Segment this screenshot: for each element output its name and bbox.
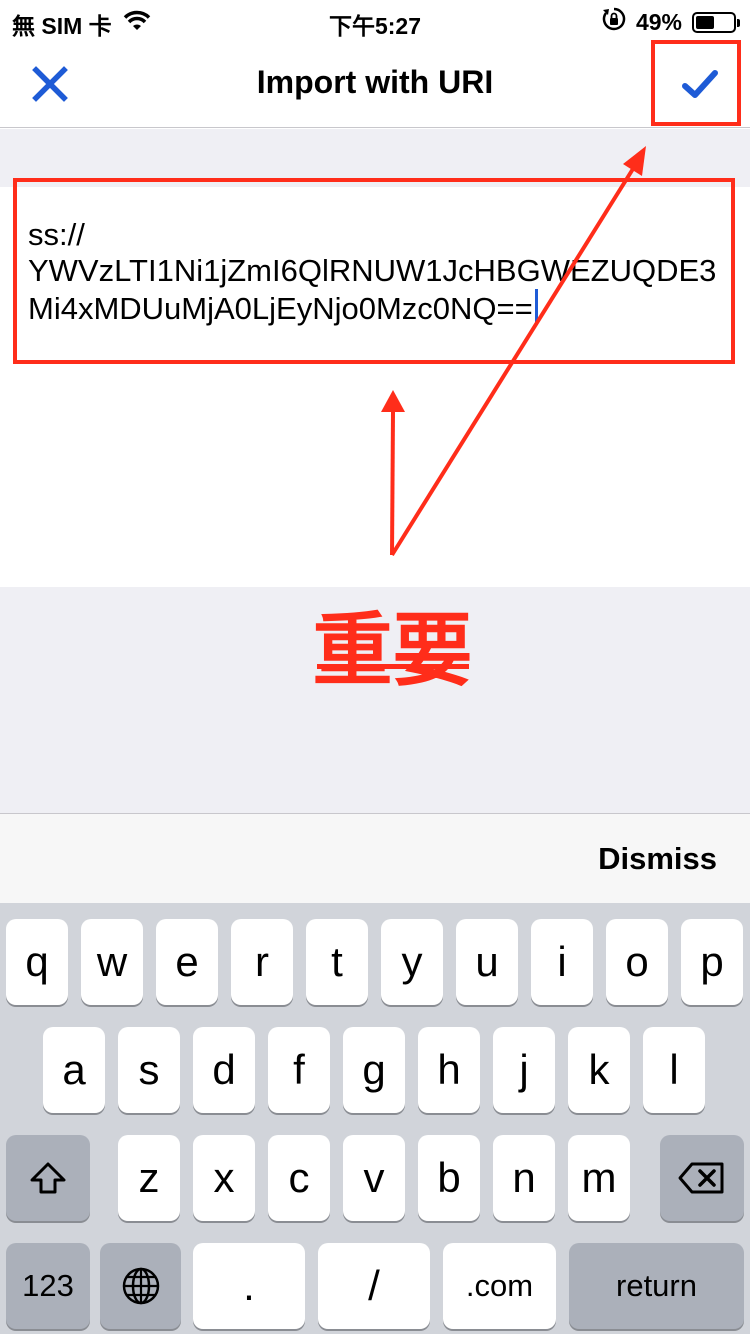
- key-p[interactable]: p: [681, 919, 743, 1005]
- key-s[interactable]: s: [118, 1027, 180, 1113]
- key-v[interactable]: v: [343, 1135, 405, 1221]
- battery-icon: [692, 11, 740, 33]
- key-u[interactable]: u: [456, 919, 518, 1005]
- numbers-key-label: 123: [22, 1268, 74, 1303]
- key-l[interactable]: l: [643, 1027, 705, 1113]
- key-o[interactable]: o: [606, 919, 668, 1005]
- globe-icon: [122, 1267, 159, 1305]
- key-r[interactable]: r: [231, 919, 293, 1005]
- key-c[interactable]: c: [268, 1135, 330, 1221]
- slash-key-label: /: [368, 1262, 380, 1309]
- highlight-box-confirm: [651, 40, 741, 126]
- backspace-icon: [678, 1162, 724, 1194]
- shift-icon: [30, 1162, 66, 1194]
- key-z[interactable]: z: [118, 1135, 180, 1221]
- key-w[interactable]: w: [81, 919, 143, 1005]
- status-right: 49%: [602, 7, 740, 37]
- keyboard: q w e r t y u i o p a s d f g h j k l z …: [0, 903, 750, 1334]
- dotcom-key[interactable]: .com: [443, 1243, 556, 1329]
- key-f[interactable]: f: [268, 1027, 330, 1113]
- delete-key[interactable]: [660, 1135, 744, 1221]
- battery-fill: [696, 15, 714, 29]
- status-bar: 無 SIM 卡 下午5:27 49%: [0, 0, 750, 40]
- rotation-lock-icon: [602, 7, 626, 37]
- dismiss-button[interactable]: Dismiss: [598, 841, 717, 877]
- key-k[interactable]: k: [568, 1027, 630, 1113]
- shift-key[interactable]: [6, 1135, 90, 1221]
- globe-key[interactable]: [100, 1243, 181, 1329]
- key-m[interactable]: m: [568, 1135, 630, 1221]
- key-a[interactable]: a: [43, 1027, 105, 1113]
- key-y[interactable]: y: [381, 919, 443, 1005]
- key-d[interactable]: d: [193, 1027, 255, 1113]
- dotcom-key-label: .com: [465, 1268, 534, 1303]
- key-h[interactable]: h: [418, 1027, 480, 1113]
- key-b[interactable]: b: [418, 1135, 480, 1221]
- highlight-box-uri: [13, 178, 735, 364]
- return-key-label: return: [616, 1268, 697, 1303]
- annotation-underline: [317, 664, 469, 669]
- nav-bar: Import with URI: [0, 40, 750, 128]
- key-j[interactable]: j: [493, 1027, 555, 1113]
- key-q[interactable]: q: [6, 919, 68, 1005]
- numbers-key[interactable]: 123: [6, 1243, 90, 1329]
- return-key[interactable]: return: [569, 1243, 744, 1329]
- battery-percent: 49%: [635, 8, 682, 35]
- slash-key[interactable]: /: [318, 1243, 430, 1329]
- key-x[interactable]: x: [193, 1135, 255, 1221]
- battery-nub: [737, 18, 740, 27]
- key-t[interactable]: t: [306, 919, 368, 1005]
- key-n[interactable]: n: [493, 1135, 555, 1221]
- key-i[interactable]: i: [531, 919, 593, 1005]
- dot-key-label: .: [243, 1262, 255, 1309]
- key-g[interactable]: g: [343, 1027, 405, 1113]
- annotation-label: 重要: [312, 604, 473, 697]
- keyboard-accessory-bar: Dismiss: [0, 813, 750, 903]
- key-e[interactable]: e: [156, 919, 218, 1005]
- dot-key[interactable]: .: [193, 1243, 305, 1329]
- page-title: Import with URI: [256, 64, 494, 100]
